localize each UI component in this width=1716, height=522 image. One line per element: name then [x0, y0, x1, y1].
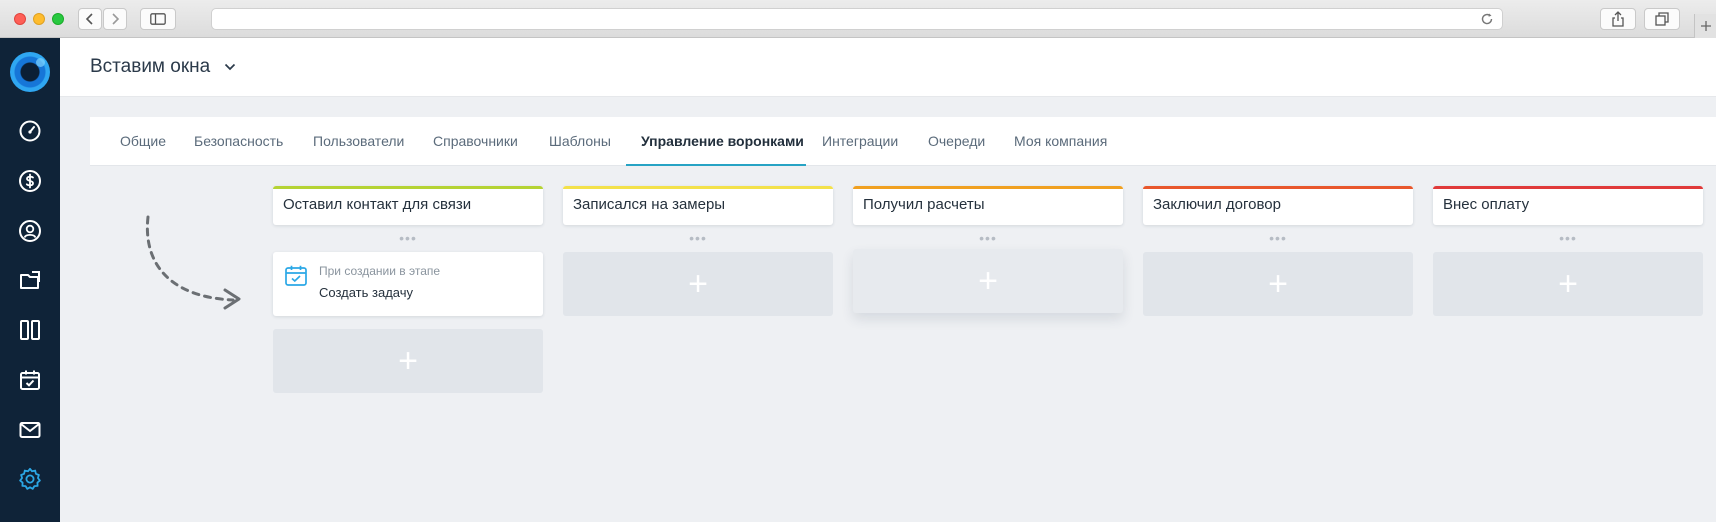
tab-dictionaries[interactable]: Справочники — [433, 117, 518, 166]
tab-security[interactable]: Безопасность — [194, 117, 283, 166]
reload-icon[interactable] — [1480, 12, 1494, 26]
funnel-stage[interactable]: Внес оплату — [1433, 186, 1703, 225]
envelope-icon — [19, 422, 41, 438]
sidebar-item-settings[interactable] — [18, 467, 42, 491]
window-zoom-button[interactable] — [52, 13, 64, 25]
back-button[interactable] — [78, 8, 102, 30]
browser-toolbar — [0, 0, 1716, 38]
automation-trigger: При создании в этапе — [319, 264, 441, 278]
active-tab-indicator — [626, 164, 806, 166]
columns-icon — [20, 320, 40, 340]
funnel-stage[interactable]: Оставил контакт для связи — [273, 186, 543, 225]
app-sidebar — [0, 38, 60, 522]
dashed-arrow-icon — [145, 215, 241, 310]
stage-title: Заключил договор — [1153, 196, 1281, 213]
tab-integrations[interactable]: Интеграции — [822, 117, 898, 166]
tab-my-company[interactable]: Моя компания — [1014, 117, 1107, 166]
tab-general[interactable]: Общие — [120, 117, 166, 166]
speedometer-icon — [19, 120, 41, 142]
address-bar[interactable] — [211, 8, 1503, 30]
add-automation-button[interactable]: + — [1143, 252, 1413, 316]
stage-color-bar — [273, 186, 543, 189]
add-automation-button[interactable]: + — [563, 252, 833, 316]
add-automation-button[interactable]: + — [853, 249, 1123, 313]
stage-title: Внес оплату — [1443, 196, 1530, 213]
forward-icon — [112, 13, 120, 25]
chevron-down-icon — [225, 63, 236, 71]
tab-queues[interactable]: Очереди — [928, 117, 985, 166]
sidebar-item-calendar[interactable] — [18, 368, 42, 392]
sidebar-toggle-icon — [150, 13, 166, 25]
top-bar: Вставим окна — [60, 38, 1716, 97]
window-close-button[interactable] — [14, 13, 26, 25]
automation-card[interactable]: При создании в этапе Создать задачу — [273, 252, 543, 316]
sidebar-item-dashboard[interactable] — [18, 119, 42, 143]
gear-icon — [19, 467, 41, 490]
folder-icon — [20, 271, 40, 289]
stage-menu-dots[interactable]: ••• — [853, 231, 1123, 245]
sidebar-toggle-button[interactable] — [140, 8, 176, 30]
new-tab-icon — [1700, 21, 1711, 31]
sidebar-item-finance[interactable] — [18, 169, 42, 193]
settings-tabs: Общие Безопасность Пользователи Справочн… — [90, 117, 1716, 166]
stage-title: Оставил контакт для связи — [283, 196, 472, 213]
stage-color-bar — [563, 186, 833, 189]
stage-title: Получил расчеты — [863, 196, 985, 213]
dollar-icon — [19, 170, 41, 192]
funnel-stage[interactable]: Записался на замеры — [563, 186, 833, 225]
stage-menu-dots[interactable]: ••• — [563, 231, 833, 245]
sidebar-item-documents[interactable] — [18, 268, 42, 292]
stage-color-bar — [853, 186, 1123, 189]
tab-funnel-management[interactable]: Управление воронками — [641, 117, 804, 166]
app-logo[interactable] — [10, 52, 50, 92]
forward-button[interactable] — [103, 8, 127, 30]
automation-action: Создать задачу — [319, 285, 414, 300]
tab-templates[interactable]: Шаблоны — [549, 117, 611, 166]
stage-menu-dots[interactable]: ••• — [1433, 231, 1703, 245]
workspace-name: Вставим окна — [90, 56, 211, 77]
user-icon — [19, 220, 41, 242]
stage-color-bar — [1143, 186, 1413, 189]
workspace-selector[interactable]: Вставим окна — [90, 56, 236, 78]
window-minimize-button[interactable] — [33, 13, 45, 25]
new-tab-button[interactable] — [1694, 14, 1716, 38]
calendar-check-icon — [20, 370, 40, 390]
sidebar-item-contacts[interactable] — [18, 219, 42, 243]
tabs-icon — [1655, 12, 1669, 26]
add-automation-button[interactable]: + — [273, 329, 543, 393]
stage-color-bar — [1433, 186, 1703, 189]
funnel-stage[interactable]: Заключил договор — [1143, 186, 1413, 225]
funnel-stage[interactable]: Получил расчеты — [853, 186, 1123, 225]
calendar-check-icon — [285, 265, 307, 286]
share-icon — [1612, 11, 1624, 27]
tab-users[interactable]: Пользователи — [313, 117, 404, 166]
share-button[interactable] — [1600, 8, 1636, 30]
sidebar-item-boards[interactable] — [18, 318, 42, 342]
stage-title: Записался на замеры — [573, 196, 726, 213]
stage-menu-dots[interactable]: ••• — [1143, 231, 1413, 245]
sidebar-item-mail[interactable] — [18, 418, 42, 442]
back-icon — [85, 13, 93, 25]
tabs-button[interactable] — [1644, 8, 1680, 30]
add-automation-button[interactable]: + — [1433, 252, 1703, 316]
stage-menu-dots[interactable]: ••• — [273, 231, 543, 245]
